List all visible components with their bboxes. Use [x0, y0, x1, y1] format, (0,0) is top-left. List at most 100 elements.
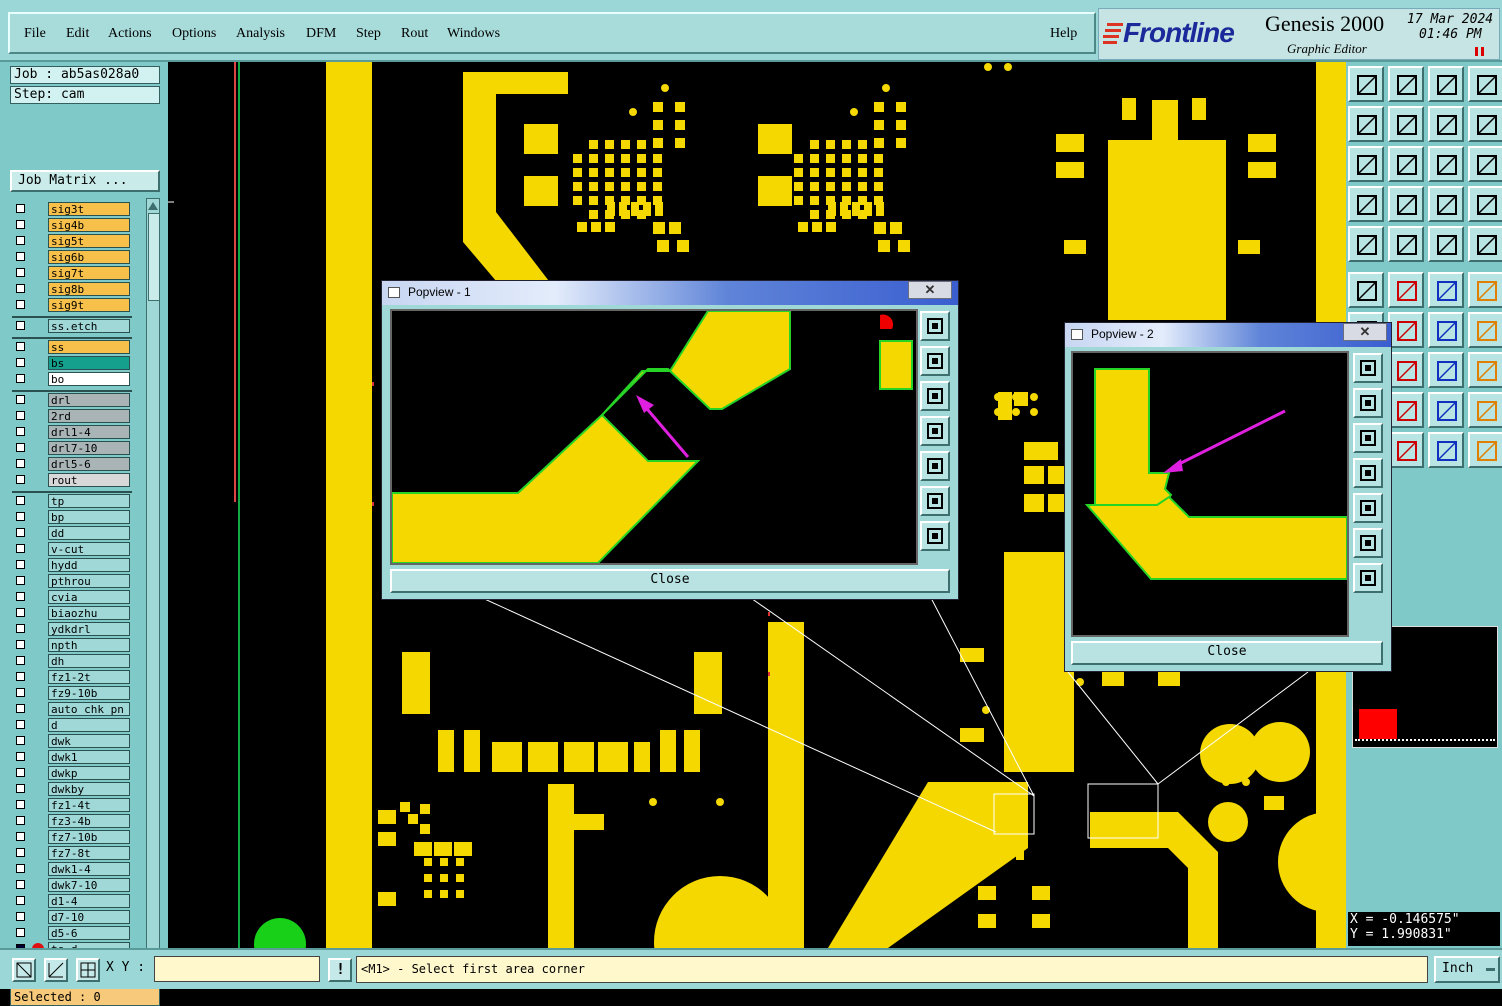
- layer-name[interactable]: sig8b: [48, 282, 130, 296]
- layer-checkbox[interactable]: [16, 321, 25, 330]
- menu-actions[interactable]: Actions: [108, 26, 152, 42]
- layer-name[interactable]: sig5t: [48, 234, 130, 248]
- layer-name[interactable]: auto_chk_pn: [48, 702, 130, 716]
- layer-name[interactable]: fz9-10b: [48, 686, 130, 700]
- layer-row-fz3-4b[interactable]: fz3-4b: [12, 814, 132, 829]
- layer-checkbox[interactable]: [16, 752, 25, 761]
- layer-row-fz1-4t[interactable]: fz1-4t: [12, 798, 132, 813]
- layer-row-pthrou[interactable]: pthrou: [12, 574, 132, 589]
- popview-2-titlebar[interactable]: Popview - 2 ✕: [1065, 323, 1391, 347]
- layer-checkbox[interactable]: [16, 624, 25, 633]
- layer-row-dwkby[interactable]: dwkby: [12, 782, 132, 797]
- layer-name[interactable]: sig6b: [48, 250, 130, 264]
- pop1-tools-tool-4[interactable]: [920, 416, 950, 446]
- layer-checkbox[interactable]: [16, 544, 25, 553]
- arc-button[interactable]: [1428, 312, 1464, 348]
- layer-row-dwk7-10[interactable]: dwk7-10: [12, 878, 132, 893]
- exclamation-button[interactable]: !: [328, 958, 352, 982]
- layer-row-d5-6[interactable]: d5-6: [12, 926, 132, 941]
- layer-checkbox[interactable]: [16, 736, 25, 745]
- tree-button[interactable]: [1428, 432, 1464, 468]
- layer-name[interactable]: d7-10: [48, 910, 130, 924]
- pop1-tools-tool-7[interactable]: [920, 521, 950, 551]
- layer-name[interactable]: d1-4: [48, 894, 130, 908]
- layer-name[interactable]: drl1-4: [48, 425, 130, 439]
- layer-name[interactable]: npth: [48, 638, 130, 652]
- layer-name[interactable]: ydkdrl: [48, 622, 130, 636]
- xy-input[interactable]: [154, 956, 320, 982]
- color-button[interactable]: [1388, 226, 1424, 262]
- select-net-button[interactable]: [1428, 186, 1464, 222]
- layer-row-dwk[interactable]: dwk: [12, 734, 132, 749]
- layer-name[interactable]: hydd: [48, 558, 130, 572]
- undo-view-button[interactable]: [1428, 106, 1464, 142]
- popview-1-titlebar[interactable]: Popview - 1 ✕: [382, 281, 958, 305]
- layer-row-fz7-8t[interactable]: fz7-8t: [12, 846, 132, 861]
- layer-name[interactable]: dwkp: [48, 766, 130, 780]
- a3-button[interactable]: [1428, 392, 1464, 428]
- menu-analysis[interactable]: Analysis: [236, 26, 285, 42]
- layer-checkbox[interactable]: [16, 704, 25, 713]
- layer-name[interactable]: sig4b: [48, 218, 130, 232]
- layer-name[interactable]: drl5-6: [48, 457, 130, 471]
- layer-checkbox[interactable]: [16, 880, 25, 889]
- layer-name[interactable]: v-cut: [48, 542, 130, 556]
- layer-checkbox[interactable]: [16, 342, 25, 351]
- tree2-button[interactable]: [1468, 432, 1502, 468]
- grid-button[interactable]: [76, 958, 100, 982]
- layer-row-d[interactable]: d: [12, 718, 132, 733]
- popview-2-viewport[interactable]: [1071, 351, 1349, 637]
- layer-checkbox[interactable]: [16, 656, 25, 665]
- layer-checkbox[interactable]: [16, 475, 25, 484]
- menu-options[interactable]: Options: [172, 26, 216, 42]
- layer-name[interactable]: d: [48, 718, 130, 732]
- pop2-tools-tool-4[interactable]: [1353, 458, 1383, 488]
- layer-checkbox[interactable]: [16, 800, 25, 809]
- home-button[interactable]: [1428, 66, 1464, 102]
- layer-name[interactable]: bo: [48, 372, 130, 386]
- layer-name[interactable]: drl: [48, 393, 130, 407]
- layer-checkbox[interactable]: [16, 768, 25, 777]
- save-button[interactable]: [1388, 66, 1424, 102]
- layer-checkbox[interactable]: [16, 284, 25, 293]
- layer-checkbox[interactable]: [16, 443, 25, 452]
- menu-windows[interactable]: Windows: [447, 26, 500, 42]
- layer-row-fz1-2t[interactable]: fz1-2t: [12, 670, 132, 685]
- layer-name[interactable]: rout: [48, 473, 130, 487]
- segment2-button[interactable]: [1388, 352, 1424, 388]
- layer-row-auto_chk_pn[interactable]: auto_chk_pn: [12, 702, 132, 717]
- layer-row-v-cut[interactable]: v-cut: [12, 542, 132, 557]
- layer-row-hydd[interactable]: hydd: [12, 558, 132, 573]
- layer-row-sig5t[interactable]: sig5t: [12, 234, 132, 249]
- open-step-button[interactable]: [1348, 66, 1384, 102]
- layer-row-sig4b[interactable]: sig4b: [12, 218, 132, 233]
- layer-checkbox[interactable]: [16, 528, 25, 537]
- layer-name[interactable]: dd: [48, 526, 130, 540]
- popview-1-viewport[interactable]: [390, 309, 918, 565]
- layer-name[interactable]: bp: [48, 510, 130, 524]
- snap-button[interactable]: [1348, 226, 1384, 262]
- layer-checkbox[interactable]: [16, 512, 25, 521]
- a4-button[interactable]: [1468, 392, 1502, 428]
- layer-name[interactable]: sig7t: [48, 266, 130, 280]
- layer-checkbox[interactable]: [16, 912, 25, 921]
- scroll-up-icon[interactable]: [147, 201, 159, 211]
- layer-row-bp[interactable]: bp: [12, 510, 132, 525]
- layer-checkbox[interactable]: [16, 220, 25, 229]
- zoom-box-button[interactable]: [12, 958, 36, 982]
- layer-row-d1-4[interactable]: d1-4: [12, 894, 132, 909]
- pop1-tools-tool-5[interactable]: [920, 451, 950, 481]
- pop2-tools-tool-7[interactable]: [1353, 563, 1383, 593]
- layer-row-rout[interactable]: rout: [12, 473, 132, 488]
- layer-checkbox[interactable]: [16, 459, 25, 468]
- pop2-tools-tool-5[interactable]: [1353, 493, 1383, 523]
- layer-checkbox[interactable]: [16, 720, 25, 729]
- menu-help[interactable]: Help: [1050, 26, 1077, 42]
- layer-row-drl[interactable]: drl: [12, 393, 132, 408]
- layer-name[interactable]: sig3t: [48, 202, 130, 216]
- layer-checkbox[interactable]: [16, 848, 25, 857]
- layer-checkbox[interactable]: [16, 928, 25, 937]
- layer-checkbox[interactable]: [16, 688, 25, 697]
- popview-2-close-x-button[interactable]: ✕: [1343, 323, 1387, 341]
- layer-name[interactable]: tp: [48, 494, 130, 508]
